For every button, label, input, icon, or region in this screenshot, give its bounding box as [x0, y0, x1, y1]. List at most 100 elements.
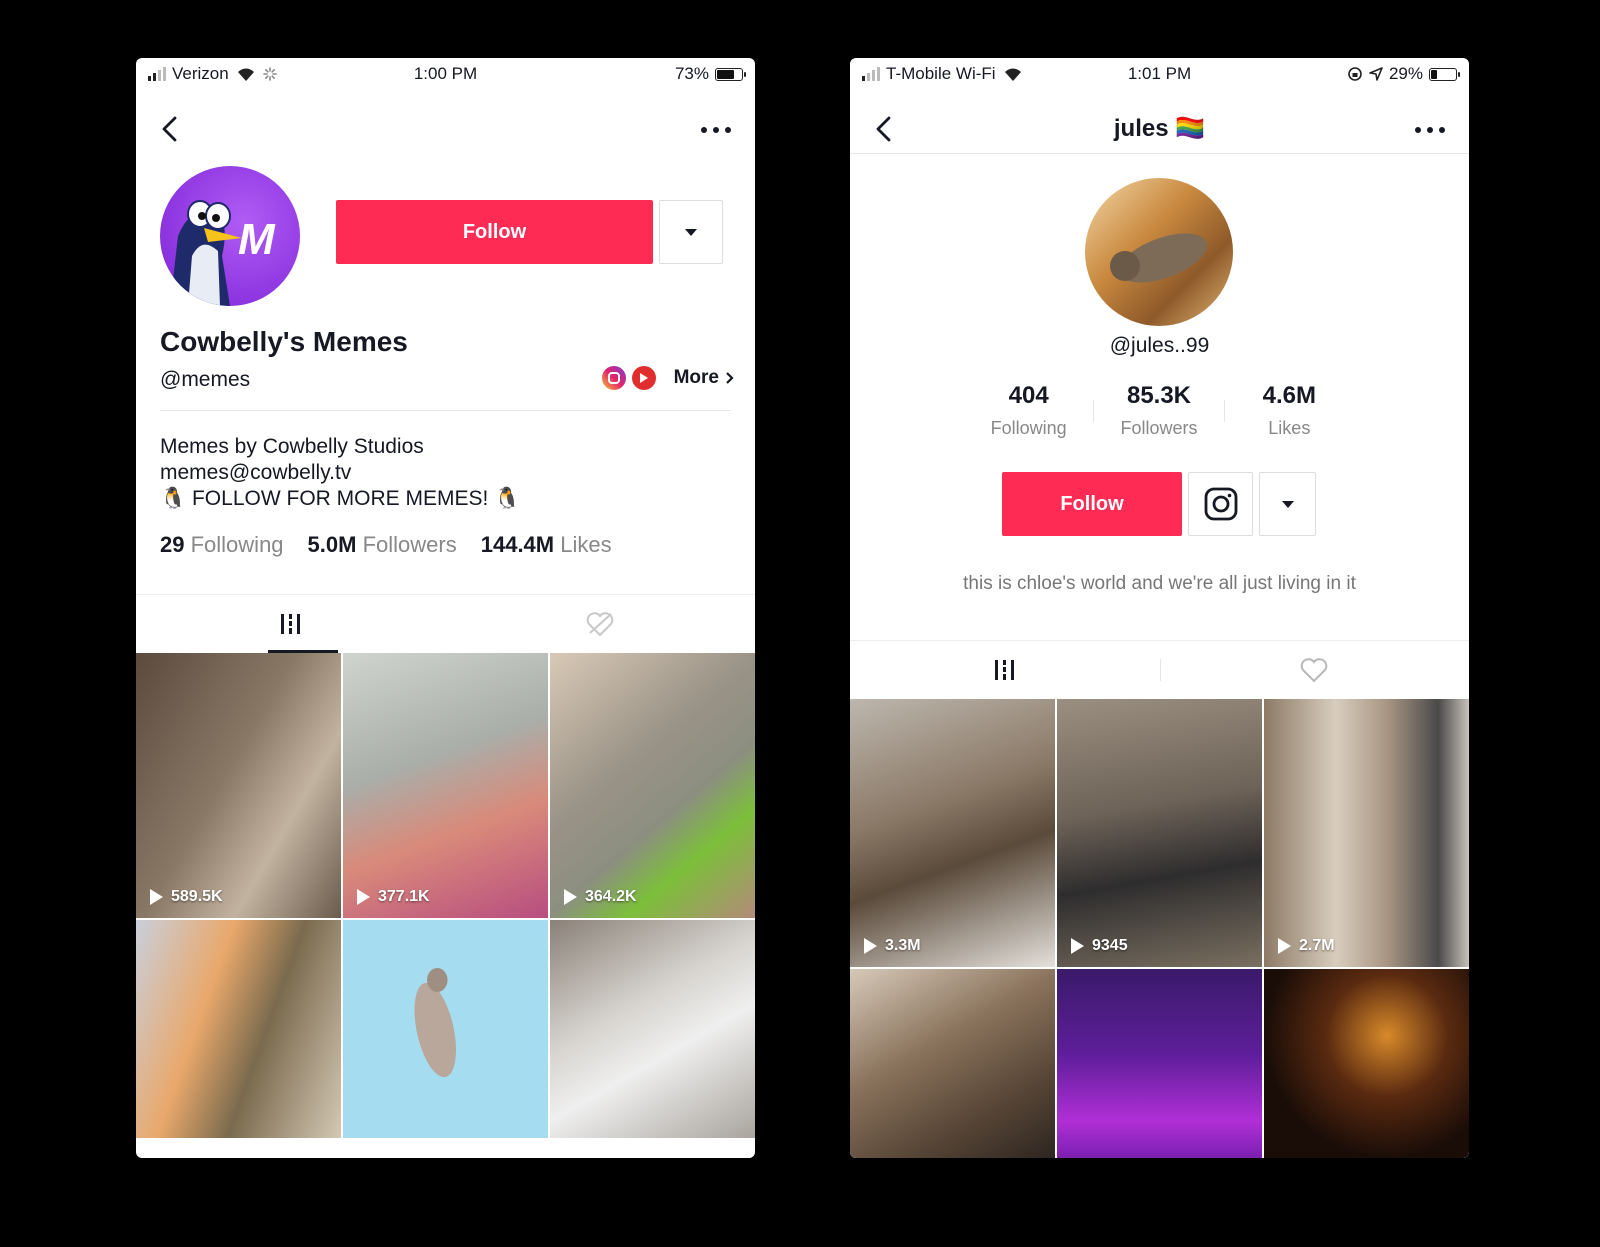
nav-bar: jules 🏳️‍🌈 [850, 100, 1469, 160]
more-options-button[interactable] [699, 116, 733, 144]
play-icon [864, 938, 877, 954]
follow-button[interactable]: Follow [1002, 472, 1182, 536]
content-tabs [850, 640, 1469, 699]
username: @jules..99 [1109, 334, 1210, 357]
stat-value: 144.4M [480, 532, 555, 557]
status-bar: Verizon 1:00 PM 73% [136, 58, 755, 88]
video-thumbnail[interactable] [343, 920, 548, 1138]
orientation-lock-icon [1348, 67, 1362, 81]
right-phone-screen: T-Mobile Wi-Fi 1:01 PM 29% jules 🏳️‍🌈 @j… [850, 58, 1469, 1158]
tab-liked[interactable] [1160, 641, 1470, 699]
ellipsis-icon [701, 127, 731, 133]
penguin-logo-icon: M [170, 200, 276, 306]
view-count: 589.5K [150, 888, 223, 906]
view-count-label: 364.2K [585, 888, 637, 905]
username: @memes [160, 368, 251, 391]
content-tabs [136, 594, 755, 653]
play-icon [1071, 938, 1084, 954]
back-button[interactable] [154, 112, 188, 146]
video-thumbnail[interactable] [1057, 969, 1262, 1158]
status-time: 1:00 PM [413, 64, 478, 83]
stat-following[interactable]: 29 Following [160, 532, 284, 558]
video-grid: 589.5K 377.1K 364.2K [136, 653, 755, 1138]
stat-likes: 144.4M Likes [481, 532, 612, 558]
more-links-button[interactable]: More [674, 367, 735, 389]
video-grid-icon [281, 614, 301, 634]
stat-followers[interactable]: 85.3K Followers [1094, 382, 1223, 439]
stat-value: 5.0M [307, 532, 357, 557]
video-thumbnail[interactable] [136, 920, 341, 1138]
stat-label: Likes [1268, 418, 1311, 438]
page-title: jules 🏳️‍🌈 [1113, 115, 1206, 142]
stat-followers[interactable]: 5.0M Followers [308, 532, 457, 558]
view-count-label: 589.5K [171, 888, 223, 905]
battery-percent: 29% [1388, 64, 1423, 83]
suggested-accounts-dropdown-button[interactable] [1259, 472, 1316, 536]
tab-liked[interactable] [446, 595, 756, 653]
battery-icon [1429, 67, 1460, 81]
stat-likes: 4.6M Likes [1225, 382, 1354, 439]
suggested-accounts-dropdown-button[interactable] [659, 200, 723, 264]
avatar[interactable]: M [160, 166, 300, 306]
video-thumbnail[interactable] [550, 920, 755, 1138]
status-time: 1:01 PM [1127, 64, 1192, 83]
video-grid: 3.3M 9345 2.7M [850, 699, 1469, 1158]
divider [850, 153, 1469, 154]
youtube-link-icon[interactable] [631, 366, 656, 390]
follow-button[interactable]: Follow [336, 200, 653, 264]
stat-value: 85.3K [1126, 382, 1192, 409]
bio-line[interactable]: memes@cowbelly.tv [160, 460, 520, 486]
stat-value: 29 [160, 532, 185, 557]
left-phone-screen: Verizon 1:00 PM 73% M Follow Cowbelly's … [136, 58, 755, 1158]
stat-value: 4.6M [1262, 382, 1316, 409]
view-count: 377.1K [357, 888, 430, 906]
instagram-button[interactable] [1188, 472, 1253, 536]
stat-label: Followers [362, 532, 457, 557]
display-name: Cowbelly's Memes [160, 326, 408, 357]
view-count-label: 3.3M [885, 937, 921, 954]
view-count-label: 377.1K [378, 888, 430, 905]
video-thumbnail[interactable] [850, 969, 1055, 1158]
video-thumbnail[interactable]: 3.3M [850, 699, 1055, 967]
profile-stats: 404 Following 85.3K Followers 4.6M Likes [964, 382, 1354, 439]
hidden-liked-heart-icon [586, 612, 614, 637]
stat-label: Following [190, 532, 284, 557]
video-thumbnail[interactable]: 9345 [1057, 699, 1262, 967]
more-options-button[interactable] [1413, 116, 1447, 144]
stat-label: Likes [560, 532, 612, 557]
svg-text:M: M [238, 215, 276, 264]
caret-down-icon [685, 228, 697, 236]
more-links-label: More [673, 367, 719, 388]
heart-icon [1300, 658, 1328, 683]
falling-cat-graphic [414, 968, 456, 1078]
video-thumbnail[interactable]: 377.1K [343, 653, 548, 918]
video-thumbnail[interactable]: 2.7M [1264, 699, 1469, 967]
cat-photo-graphic [1110, 233, 1207, 283]
view-count-label: 9345 [1092, 937, 1128, 954]
video-thumbnail[interactable] [1264, 969, 1469, 1158]
video-thumbnail[interactable]: 589.5K [136, 653, 341, 918]
view-count: 3.3M [864, 937, 921, 955]
view-count: 2.7M [1278, 937, 1335, 955]
stat-value: 404 [1008, 382, 1049, 409]
play-icon [150, 889, 163, 905]
video-thumbnail[interactable]: 364.2K [550, 653, 755, 918]
status-bar: T-Mobile Wi-Fi 1:01 PM 29% [850, 58, 1469, 88]
tab-videos[interactable] [136, 595, 446, 653]
play-icon [357, 889, 370, 905]
battery-icon [715, 67, 746, 81]
instagram-icon [1204, 487, 1237, 521]
chevron-left-icon [162, 116, 177, 142]
location-arrow-icon [1369, 67, 1383, 81]
nav-bar [136, 100, 755, 160]
caret-down-icon [1281, 500, 1294, 508]
tab-videos[interactable] [850, 641, 1160, 699]
view-count: 9345 [1071, 937, 1128, 955]
avatar[interactable] [1085, 178, 1233, 326]
stat-following[interactable]: 404 Following [964, 382, 1093, 439]
play-icon [1278, 938, 1291, 954]
video-grid-icon [995, 660, 1015, 680]
social-links: More [601, 366, 735, 390]
play-icon [564, 889, 577, 905]
instagram-link-icon[interactable] [601, 366, 626, 390]
